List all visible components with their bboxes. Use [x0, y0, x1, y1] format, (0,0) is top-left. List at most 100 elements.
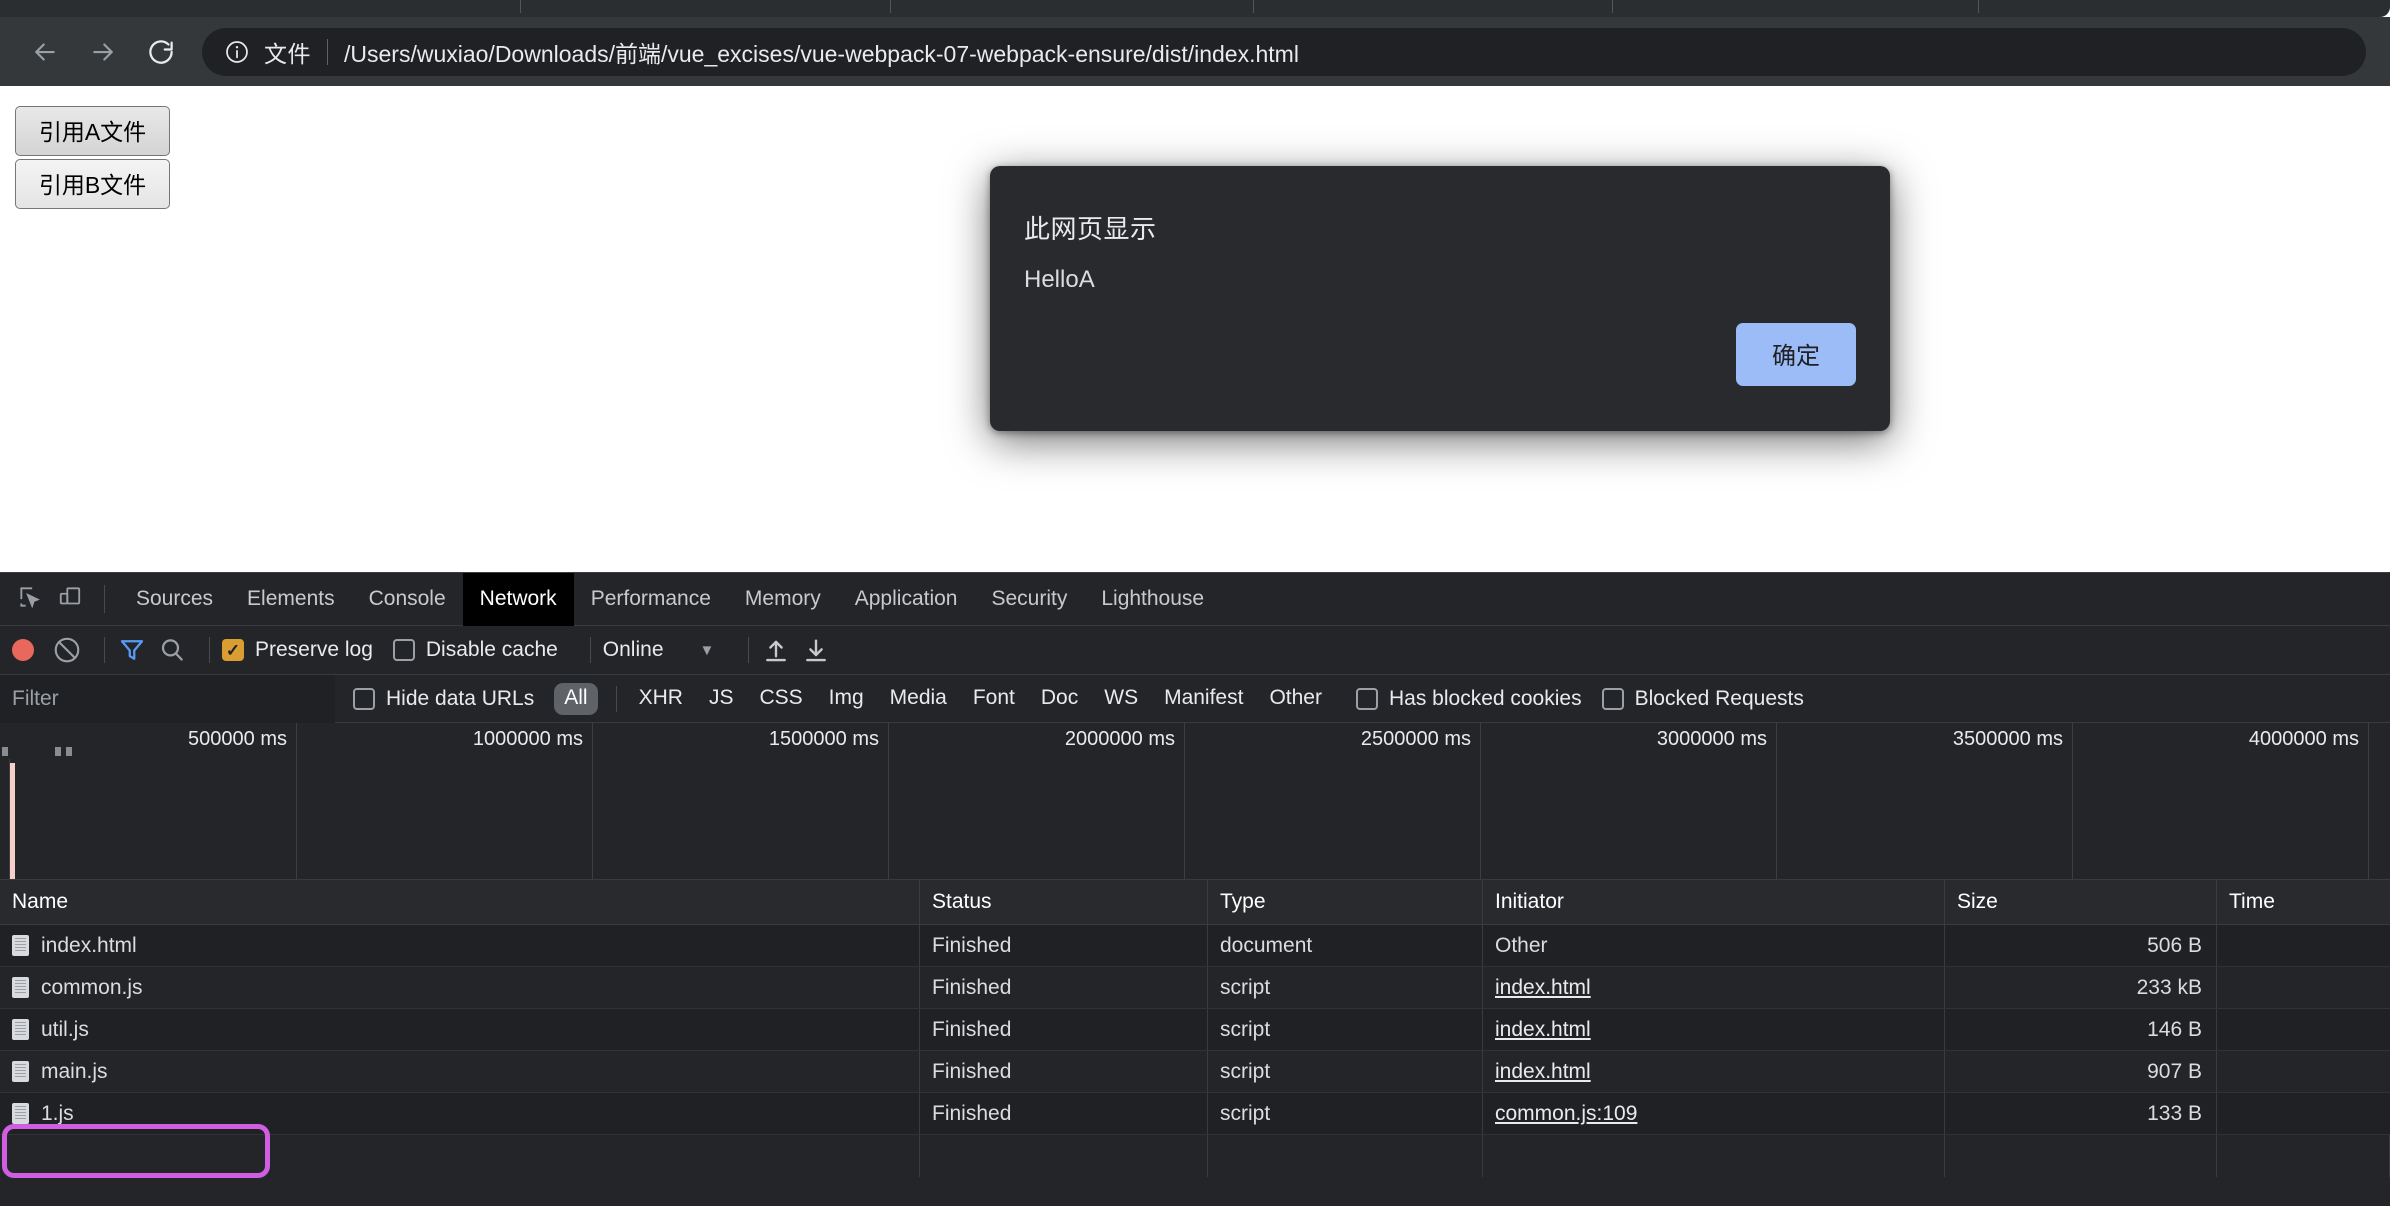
table-row[interactable]: util.js Finished script index.html 146 B: [0, 1009, 2390, 1051]
row-initiator-cell: index.html: [1483, 1051, 1945, 1092]
filter-type-all[interactable]: All: [554, 682, 598, 715]
column-header-type[interactable]: Type: [1208, 880, 1483, 924]
table-header-row: Name Status Type Initiator Size Time: [0, 880, 2390, 925]
row-time-cell: [2217, 967, 2390, 1008]
table-row[interactable]: main.js Finished script index.html 907 B: [0, 1051, 2390, 1093]
browser-toolbar: 文件 /Users/wuxiao/Downloads/前端/vue_excise…: [0, 17, 2390, 86]
chevron-down-icon[interactable]: ▼: [700, 642, 715, 659]
table-row[interactable]: index.html Finished document Other 506 B: [0, 925, 2390, 967]
hide-data-urls-label[interactable]: Hide data URLs: [386, 687, 534, 711]
overview-pip: [55, 747, 61, 756]
throttling-select[interactable]: Online: [603, 638, 664, 662]
reload-button[interactable]: [138, 29, 184, 75]
export-har-icon[interactable]: [801, 635, 831, 665]
filter-type-js[interactable]: JS: [699, 683, 744, 715]
table-row[interactable]: common.js Finished script index.html 233…: [0, 967, 2390, 1009]
initiator-link[interactable]: index.html: [1495, 976, 1591, 1000]
info-circle-icon[interactable]: [224, 39, 250, 65]
overview-request-marker: [10, 763, 15, 879]
row-initiator-cell: index.html: [1483, 967, 1945, 1008]
tab-memory[interactable]: Memory: [728, 573, 838, 626]
row-name-cell[interactable]: index.html: [0, 925, 920, 966]
script-file-icon: [12, 1061, 29, 1082]
page-viewport: 引用A文件 引用B文件 此网页显示 HelloA 确定: [0, 86, 2390, 572]
column-header-initiator[interactable]: Initiator: [1483, 880, 1945, 924]
tab-network[interactable]: Network: [462, 572, 574, 626]
tab-lighthouse[interactable]: Lighthouse: [1084, 573, 1221, 626]
preserve-log-checkbox[interactable]: [222, 639, 244, 661]
filter-type-doc[interactable]: Doc: [1031, 683, 1088, 715]
search-icon[interactable]: [157, 635, 187, 665]
toolbar-divider: [209, 637, 210, 663]
device-toolbar-button[interactable]: [50, 579, 90, 619]
load-a-file-button[interactable]: 引用A文件: [15, 106, 170, 156]
forward-button[interactable]: [80, 29, 126, 75]
tab-performance[interactable]: Performance: [574, 573, 728, 626]
load-b-file-button[interactable]: 引用B文件: [15, 159, 170, 209]
dialog-ok-button[interactable]: 确定: [1736, 323, 1856, 386]
column-header-name[interactable]: Name: [0, 880, 920, 924]
filter-type-media[interactable]: Media: [880, 683, 957, 715]
initiator-link[interactable]: index.html: [1495, 1060, 1591, 1084]
preserve-log-label[interactable]: Preserve log: [255, 638, 373, 662]
row-name-cell[interactable]: main.js: [0, 1051, 920, 1092]
filter-type-manifest[interactable]: Manifest: [1154, 683, 1253, 715]
row-name-cell[interactable]: 1.js: [0, 1093, 920, 1134]
request-name: main.js: [41, 1059, 108, 1083]
row-time-cell: [2217, 1009, 2390, 1050]
filter-funnel-icon[interactable]: [117, 635, 147, 665]
row-time-cell: [2217, 925, 2390, 966]
inspect-element-button[interactable]: [10, 579, 50, 619]
disable-cache-checkbox[interactable]: [392, 639, 415, 661]
column-header-time[interactable]: Time: [2217, 880, 2390, 924]
hide-data-urls-checkbox[interactable]: [353, 687, 375, 710]
tab-console[interactable]: Console: [352, 573, 463, 626]
initiator-link[interactable]: common.js:109: [1495, 1102, 1637, 1126]
column-header-status[interactable]: Status: [920, 880, 1208, 924]
inspect-element-icon: [17, 584, 43, 615]
overview-tick-label: 2000000 ms: [1064, 728, 1175, 750]
blocked-requests-label[interactable]: Blocked Requests: [1635, 687, 1804, 711]
tab-security[interactable]: Security: [974, 573, 1084, 626]
toolbar-divider: [104, 637, 105, 663]
filter-type-css[interactable]: CSS: [749, 683, 812, 715]
filter-type-other[interactable]: Other: [1259, 683, 1332, 715]
filter-input[interactable]: [0, 674, 335, 723]
overview-gridline: [296, 723, 297, 879]
row-name-cell[interactable]: common.js: [0, 967, 920, 1008]
has-blocked-cookies-label[interactable]: Has blocked cookies: [1389, 687, 1582, 711]
tab-separator: [1978, 0, 1979, 13]
filter-type-img[interactable]: Img: [819, 683, 874, 715]
tab-strip: [0, 0, 2390, 17]
disable-cache-label[interactable]: Disable cache: [426, 638, 558, 662]
filter-type-ws[interactable]: WS: [1094, 683, 1148, 715]
network-overview-timeline[interactable]: 500000 ms 1000000 ms 1500000 ms 2000000 …: [0, 723, 2390, 880]
import-har-icon[interactable]: [761, 635, 791, 665]
back-button[interactable]: [22, 29, 68, 75]
row-name-cell[interactable]: util.js: [0, 1009, 920, 1050]
column-header-size[interactable]: Size: [1945, 880, 2217, 924]
clear-icon[interactable]: [52, 635, 82, 665]
filter-type-font[interactable]: Font: [963, 683, 1025, 715]
has-blocked-cookies-checkbox[interactable]: [1355, 687, 1378, 710]
record-button-icon[interactable]: [12, 639, 34, 661]
empty-cell: [1945, 1135, 2217, 1177]
row-type-cell: script: [1208, 1009, 1483, 1050]
tab-elements[interactable]: Elements: [230, 573, 352, 626]
tab-application[interactable]: Application: [838, 573, 975, 626]
overview-gridline: [592, 723, 593, 879]
initiator-link[interactable]: index.html: [1495, 1018, 1591, 1042]
filter-type-xhr[interactable]: XHR: [629, 683, 693, 715]
blocked-requests-checkbox[interactable]: [1601, 687, 1624, 710]
table-row[interactable]: 1.js Finished script common.js:109 133 B: [0, 1093, 2390, 1135]
network-filter-bar: Hide data URLs All XHR JS CSS Img Media …: [0, 674, 2390, 723]
address-bar[interactable]: 文件 /Users/wuxiao/Downloads/前端/vue_excise…: [202, 27, 2366, 76]
row-status-cell: Finished: [920, 925, 1208, 966]
network-request-table: Name Status Type Initiator Size Time ind…: [0, 880, 2390, 1206]
overview-tick-label: 3000000 ms: [1656, 728, 1767, 750]
page-button-group: 引用A文件 引用B文件: [15, 106, 170, 212]
url-text[interactable]: /Users/wuxiao/Downloads/前端/vue_excises/v…: [344, 35, 1299, 69]
toolbar-divider: [104, 585, 105, 613]
tab-sources[interactable]: Sources: [119, 573, 230, 626]
request-name: common.js: [41, 975, 143, 999]
